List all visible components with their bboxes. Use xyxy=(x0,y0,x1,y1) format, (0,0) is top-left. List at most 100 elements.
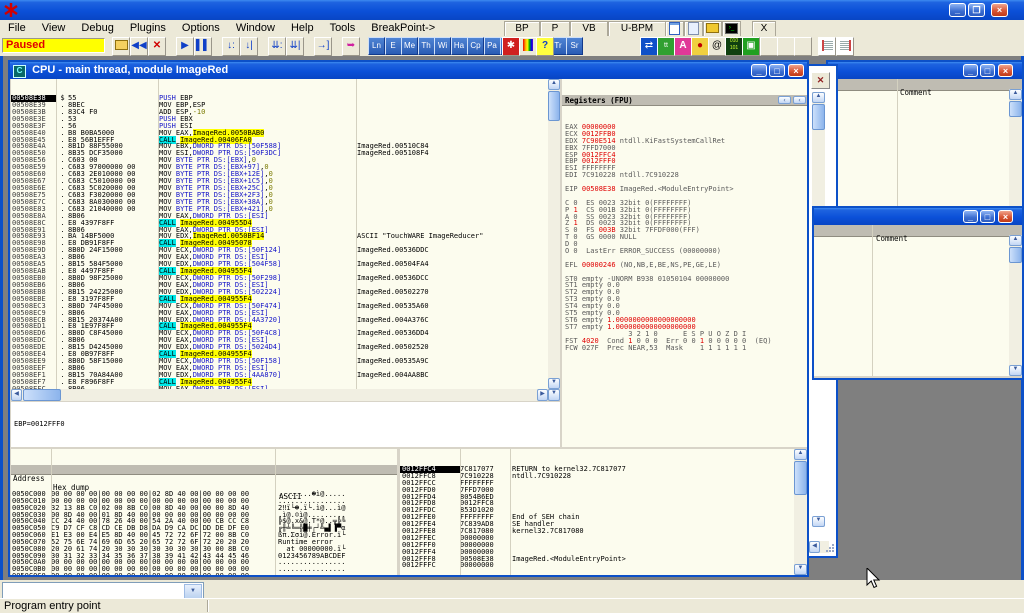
dump-pane[interactable]: Address Hex dump ASCII 0050C00000 00 00 … xyxy=(11,449,397,575)
plugin-toolbar-close-button[interactable]: X xyxy=(752,21,776,37)
restart-button[interactable]: ◀◀ xyxy=(130,37,148,56)
combo-dropdown-button[interactable]: ▼ xyxy=(184,584,202,599)
side-narrow-vscrollbar[interactable]: ▲ xyxy=(812,92,825,212)
breakpoint-icon[interactable]: ● xyxy=(691,37,709,56)
help-icon[interactable]: ? xyxy=(536,37,554,56)
cpu-minimize-button[interactable]: _ xyxy=(751,63,767,79)
register-line[interactable]: FCW 027F Prec NEAR,53 Mask 1 1 1 1 1 1 xyxy=(565,345,807,352)
menu-item-window[interactable]: Window xyxy=(228,20,283,35)
open-file-button[interactable] xyxy=(112,37,130,56)
disasm-vscrollbar[interactable]: ▲ ▼ xyxy=(548,79,560,389)
side-mid-minimize-button[interactable]: _ xyxy=(963,209,978,225)
disasm-row[interactable]: 00508EF7.E8 F896F8FFCALL ImageRed.004955… xyxy=(11,379,548,386)
disasm-row[interactable]: 00508E9D.8B0D 24F15000MOV ECX,DWORD PTR … xyxy=(11,247,548,254)
side-window-top-titlebar[interactable]: _ □ × xyxy=(828,62,1022,79)
cpu-close-button[interactable]: × xyxy=(788,63,804,79)
close-program-button[interactable]: ✕ xyxy=(148,37,166,56)
disasm-row[interactable]: 00508E38$55PUSH EBP xyxy=(11,95,548,102)
options-gear-icon[interactable]: ✱ xyxy=(502,37,520,56)
open-folder-icon[interactable] xyxy=(703,21,722,37)
side-top-maximize-button[interactable]: □ xyxy=(980,63,995,79)
side-mid-scrollbar[interactable]: ▲ ▼ xyxy=(1009,235,1022,376)
info-pane[interactable]: EBP=0012FFF0 xyxy=(11,402,560,447)
panel-button-wi[interactable]: Wi xyxy=(434,37,451,55)
list-icon-1[interactable] xyxy=(818,37,836,56)
console-icon[interactable]: ›_ xyxy=(722,21,741,37)
appearance-icon[interactable] xyxy=(519,37,537,56)
disasm-hscrollbar[interactable]: ◀ ▶ xyxy=(11,389,548,401)
menu-item-view[interactable]: View xyxy=(34,20,74,35)
disasm-row[interactable]: 00508ED6.8B0D C8F45000MOV ECX,DWORD PTR … xyxy=(11,330,548,337)
panel-button-cp[interactable]: Cp xyxy=(467,37,484,55)
menu-item-debug[interactable]: Debug xyxy=(73,20,121,35)
stack-pane[interactable]: 0012FFC47C817077RETURN to kernel32.7C817… xyxy=(400,449,794,575)
notes-icon[interactable] xyxy=(684,21,703,37)
panel-button-ln[interactable]: Ln xyxy=(368,37,385,55)
side-mid-maximize-button[interactable]: □ xyxy=(980,209,995,225)
panel-button-pa[interactable]: Pa xyxy=(484,37,501,55)
stack-vscrollbar[interactable]: ▲ ▼ xyxy=(794,449,807,575)
step-into-button[interactable]: ↓: xyxy=(222,37,240,56)
side-narrow-down-button[interactable]: ▼ xyxy=(812,516,825,527)
command-combobox[interactable]: ▼ xyxy=(2,582,204,599)
ascii-table-icon[interactable]: A xyxy=(674,37,692,56)
side-top-minimize-button[interactable]: _ xyxy=(963,63,978,79)
spiral-icon[interactable]: @ xyxy=(708,37,726,56)
close-button[interactable]: × xyxy=(991,3,1008,17)
register-line[interactable]: O 0 LastErr ERROR_SUCCESS (00000000) xyxy=(565,248,807,255)
execute-till-return-button[interactable]: →] xyxy=(314,37,332,56)
menu-item-breakpoint[interactable]: BreakPoint-> xyxy=(363,20,443,35)
minimize-button[interactable]: _ xyxy=(949,3,966,17)
go-to-address-button[interactable]: ➥ xyxy=(342,37,360,56)
panel-button-e[interactable]: E xyxy=(385,37,402,55)
list-icon-2[interactable] xyxy=(836,37,854,56)
panel-button-sr[interactable]: Sr xyxy=(566,37,583,55)
menu-item-options[interactable]: Options xyxy=(174,20,228,35)
log-data-icon[interactable] xyxy=(665,21,684,37)
pause-button[interactable]: ▌▌ xyxy=(194,37,212,56)
menu-item-tools[interactable]: Tools xyxy=(322,20,364,35)
side-window-middle-titlebar[interactable]: _ □ × xyxy=(814,208,1022,225)
disasm-row[interactable]: 00508EC3.8B0D 74F45000MOV ECX,DWORD PTR … xyxy=(11,303,548,310)
panel-button-ha[interactable]: Ha xyxy=(451,37,468,55)
side-narrow-close-button[interactable]: ✕ xyxy=(811,72,830,89)
menu-item-file[interactable]: File xyxy=(0,20,34,35)
disasm-row[interactable]: 00508E8C.E8 4397F8FFCALL ImageRed.004955… xyxy=(11,220,548,227)
dump-row[interactable]: 0050C0C000 00 00 00|00 00 00 00|00 00 00… xyxy=(11,573,397,575)
plugin-button-vb[interactable]: VB xyxy=(570,21,608,37)
side-top-scrollbar[interactable]: ▲ ▼ xyxy=(1009,89,1022,220)
restore-button[interactable]: ❐ xyxy=(968,3,985,17)
binary-icon[interactable]: 010101 xyxy=(725,37,743,56)
plugin-button-bp[interactable]: BP xyxy=(504,21,540,37)
menu-item-help[interactable]: Help xyxy=(283,20,322,35)
register-line[interactable]: T 0 GS 0000 NULL xyxy=(565,234,807,241)
register-line[interactable]: EFL 00000246 (NO,NB,E,BE,NS,PE,GE,LE) xyxy=(565,262,807,269)
resize-grip[interactable] xyxy=(826,544,834,552)
register-line[interactable]: EDI 7C910228 ntdll.7C910228 xyxy=(565,172,807,179)
disasm-row[interactable]: 00508EE9.8B0D 58F15000MOV ECX,DWORD PTR … xyxy=(11,358,548,365)
registers-prev-button[interactable]: ‹ xyxy=(778,96,791,104)
plugin-button-u-bpm[interactable]: U-BPM xyxy=(608,21,666,37)
step-over-button[interactable]: ↓| xyxy=(240,37,258,56)
register-line[interactable]: EIP 00508E38 ImageRed.<ModuleEntryPoint> xyxy=(565,186,807,193)
side-top-close-button[interactable]: × xyxy=(998,63,1013,79)
side-mid-close-button[interactable]: × xyxy=(998,209,1013,225)
panel-button-th[interactable]: Th xyxy=(418,37,435,55)
registers-pane[interactable]: Registers (FPU) ‹ ‹ EAX 00000000ECX 0012… xyxy=(562,79,807,447)
plugin-button-p[interactable]: P xyxy=(540,21,570,37)
disasm-row[interactable]: 00508E83.C683 21040000 00MOV BYTE PTR DS… xyxy=(11,206,548,213)
window-icon[interactable]: ▣ xyxy=(742,37,760,56)
menu-item-plugins[interactable]: Plugins xyxy=(122,20,174,35)
cpu-titlebar[interactable]: C CPU - main thread, module ImageRed _ □… xyxy=(10,62,807,79)
disasm-row[interactable]: 00508E3E.53PUSH EBX xyxy=(11,116,548,123)
disasm-corner-button[interactable]: ▼ xyxy=(548,389,560,401)
swap-arrows-icon[interactable]: ⇄ xyxy=(640,37,658,56)
run-button[interactable]: ▶ xyxy=(176,37,194,56)
animate-into-button[interactable]: ⇊: xyxy=(268,37,286,56)
registers-next-button[interactable]: ‹ xyxy=(793,96,806,104)
disasm-row[interactable]: 00508EB0.8B0D 98F25000MOV ECX,DWORD PTR … xyxy=(11,275,548,282)
animate-over-button[interactable]: ⇊| xyxy=(286,37,304,56)
panel-button-me[interactable]: Me xyxy=(401,37,418,55)
cpu-maximize-button[interactable]: □ xyxy=(769,63,785,79)
threads-icon[interactable]: tt xyxy=(657,37,675,56)
